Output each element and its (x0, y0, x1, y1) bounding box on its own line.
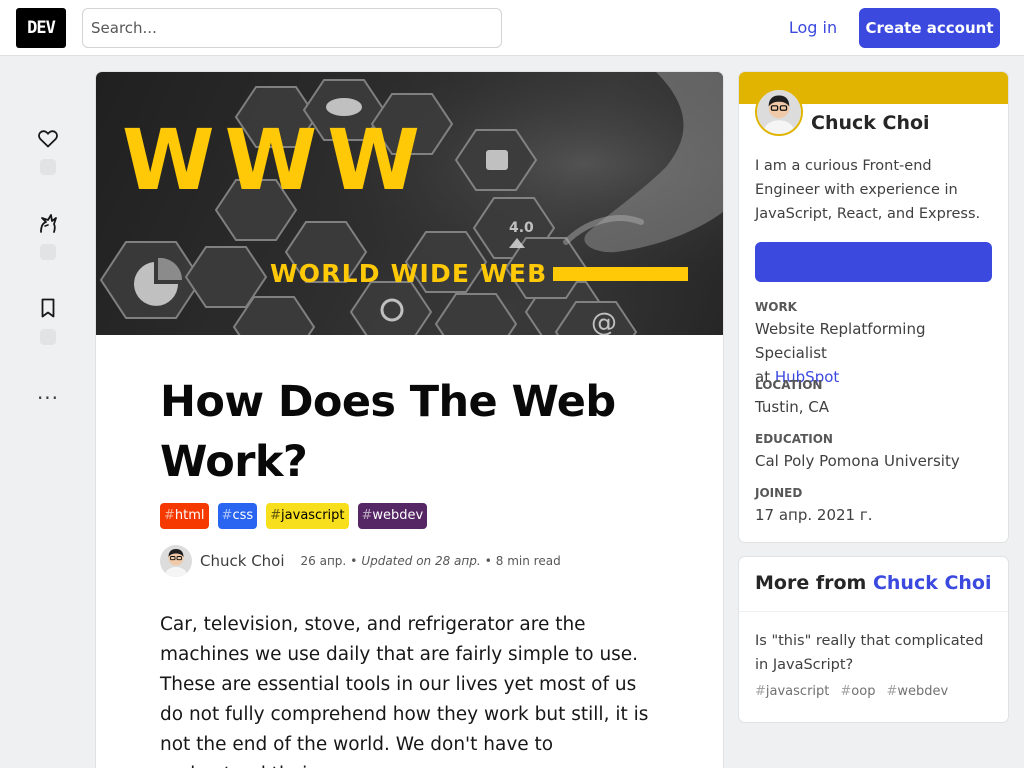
dev-logo[interactable]: DEV (16, 8, 66, 48)
location-label: LOCATION (755, 378, 823, 392)
joined-value: 17 апр. 2021 г. (755, 506, 873, 524)
tag-hash: # (886, 684, 898, 699)
svg-text:4.0: 4.0 (509, 220, 534, 236)
search-input[interactable] (82, 8, 502, 48)
tag-hash: # (755, 684, 766, 699)
heart-icon (38, 130, 58, 148)
article-meta: Chuck Choi 26 апр. • Updated on 28 апр. … (160, 545, 561, 577)
svg-text:@: @ (591, 308, 617, 335)
tag-label: html (174, 508, 205, 523)
more-tag-oop[interactable]: #oop (840, 684, 875, 699)
unicorn-icon (40, 214, 57, 233)
bookmark-reaction[interactable] (32, 296, 64, 345)
cover-subheadline: WORLD WIDE WEB (270, 259, 548, 288)
updated-date: Updated on 28 апр. (361, 554, 481, 568)
article-body: Car, television, stove, and refrigerator… (160, 614, 649, 768)
tag-hash: # (361, 508, 373, 523)
cover-headline: WWW (122, 111, 430, 209)
author-profile-card: Chuck Choi I am a curious Front-end Engi… (739, 72, 1008, 542)
location-value: Tustin, CA (755, 398, 830, 416)
tag-hash: # (164, 508, 175, 523)
more-from-heading: More from Chuck Choi (739, 557, 1008, 612)
tag-html[interactable]: #html (160, 503, 209, 529)
top-header: DEV Log in Create account (0, 0, 1024, 56)
tag-label: css (232, 508, 254, 523)
education-label: EDUCATION (755, 432, 833, 446)
more-options-icon[interactable]: ... (34, 382, 62, 402)
article-title: How Does The Web Work? (160, 377, 616, 487)
unicorn-reaction[interactable] (32, 211, 64, 260)
tag-hash: # (840, 684, 852, 699)
publish-date: 26 апр. (300, 554, 347, 568)
meta-separator: • (484, 554, 492, 568)
follow-button[interactable] (755, 242, 992, 282)
read-time: 8 min read (495, 554, 561, 568)
unicorn-count (40, 244, 56, 260)
joined-label: JOINED (755, 486, 803, 500)
meta-separator: • (350, 554, 358, 568)
tag-label: javascript (765, 684, 830, 699)
tag-hash: # (270, 508, 282, 523)
tag-webdev[interactable]: #webdev (357, 503, 428, 529)
tag-javascript[interactable]: #javascript (266, 503, 349, 529)
author-name[interactable]: Chuck Choi (200, 552, 285, 570)
bookmark-count (40, 329, 56, 345)
work-title: Website Replatforming Specialist (755, 320, 926, 362)
heart-count (40, 159, 56, 175)
article-tags: #html #css #javascript #webdev (160, 503, 428, 529)
create-account-button[interactable]: Create account (859, 8, 1000, 48)
more-from-prefix: More from (755, 572, 867, 594)
author-avatar[interactable] (160, 545, 192, 577)
tag-label: webdev (897, 684, 949, 699)
tag-label: oop (851, 684, 876, 699)
article-card: @ 4.0 WWW WORLD WIDE WEB How Does The We… (96, 72, 723, 768)
education-value: Cal Poly Pomona University (755, 452, 960, 470)
profile-bio: I am a curious Front-end Engineer with e… (755, 158, 981, 222)
login-button[interactable]: Log in (777, 8, 849, 48)
more-from-author-link[interactable]: Chuck Choi (873, 572, 992, 594)
bookmark-icon (41, 298, 55, 318)
more-post-title[interactable]: Is "this" really that complicated in Jav… (755, 629, 995, 677)
work-label: WORK (755, 300, 797, 314)
tag-css[interactable]: #css (217, 503, 258, 529)
heart-reaction[interactable] (32, 126, 64, 175)
profile-name[interactable]: Chuck Choi (811, 112, 930, 134)
more-tag-webdev[interactable]: #webdev (886, 684, 948, 699)
tag-label: webdev (372, 508, 424, 523)
cover-image: @ 4.0 WWW WORLD WIDE WEB (96, 72, 723, 335)
tag-label: javascript (281, 508, 345, 523)
cover-accent-bar (553, 267, 688, 281)
more-from-card: More from Chuck Choi Is "this" really th… (739, 557, 1008, 722)
more-tag-javascript[interactable]: #javascript (755, 684, 829, 699)
more-post-tags: #javascript #oop #webdev (755, 684, 948, 699)
tag-hash: # (221, 508, 233, 523)
profile-avatar[interactable] (755, 88, 803, 136)
